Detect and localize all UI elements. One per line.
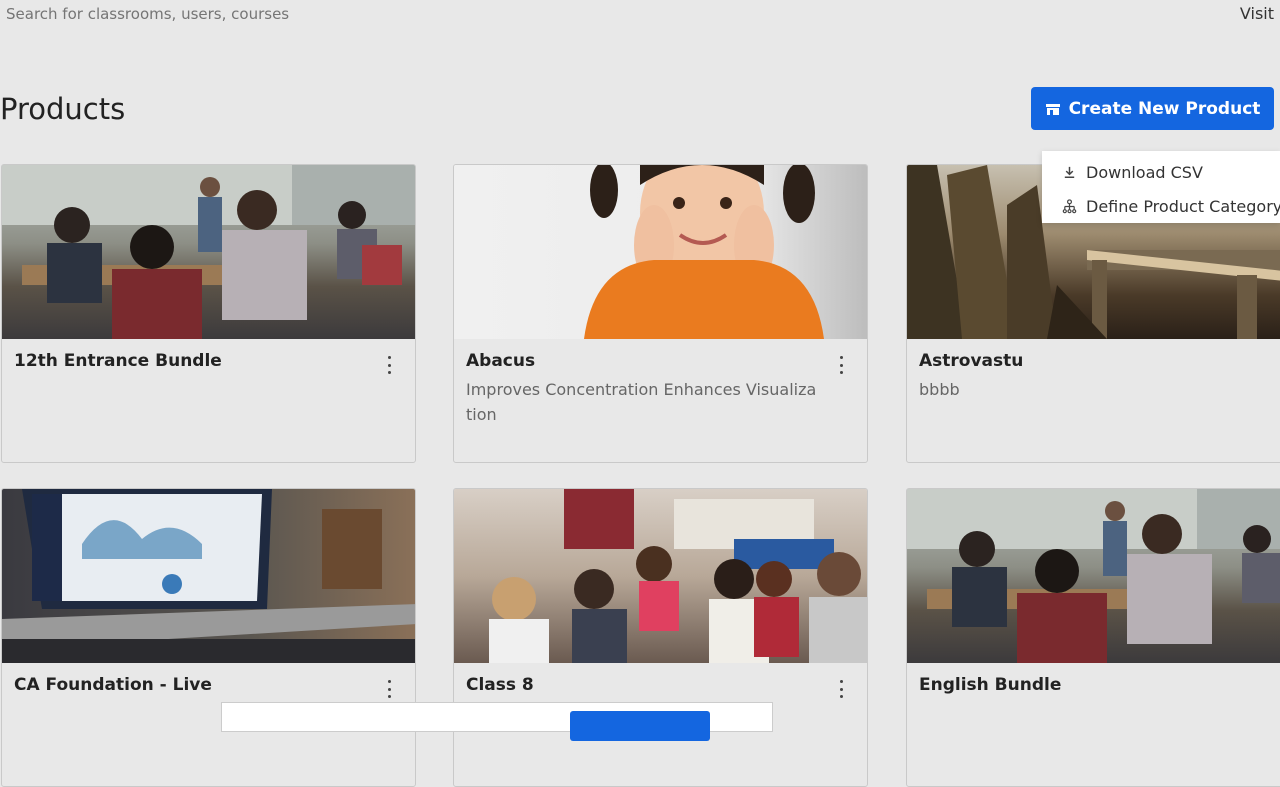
product-card-12th-entrance-bundle[interactable]: 12th Entrance Bundle	[1, 164, 416, 463]
product-title: Class 8	[466, 675, 534, 695]
store-icon	[1045, 103, 1060, 115]
create-new-product-button[interactable]: Create New Product	[1031, 87, 1274, 130]
menu-item-label: Download CSV	[1086, 162, 1203, 182]
actions-menu: Download CSV Define Product Category	[1042, 151, 1280, 223]
bottom-dialog	[221, 702, 773, 741]
classroom-photo	[907, 489, 1280, 663]
product-card-ca-foundation-live[interactable]: CA Foundation - Live	[1, 488, 416, 787]
girl-portrait-photo	[454, 165, 867, 339]
hierarchy-icon	[1062, 198, 1077, 213]
product-card-abacus[interactable]: Abacus Improves Concentration Enhances V…	[453, 164, 868, 463]
product-title: Abacus	[466, 351, 536, 371]
product-description: Improves Concentration Enhances Visualiz…	[466, 380, 817, 424]
more-options-icon[interactable]	[837, 679, 845, 699]
product-title: Astrovastu	[919, 351, 1024, 371]
more-options-icon[interactable]	[837, 355, 845, 375]
more-options-icon[interactable]	[385, 355, 393, 375]
product-card-class-8[interactable]: Class 8	[453, 488, 868, 787]
more-options-icon[interactable]	[385, 679, 393, 699]
menu-item-download-csv[interactable]: Download CSV	[1042, 155, 1280, 189]
page-title: Products	[0, 92, 126, 126]
product-card-english-bundle[interactable]: English Bundle	[906, 488, 1280, 787]
search-input[interactable]	[6, 5, 406, 23]
product-title: English Bundle	[919, 675, 1062, 695]
top-bar: Visit	[0, 0, 1280, 30]
create-new-product-label: Create New Product	[1068, 98, 1261, 119]
menu-item-define-product-category[interactable]: Define Product Category	[1042, 189, 1280, 223]
bottom-dialog-button[interactable]	[570, 711, 710, 741]
download-icon	[1064, 166, 1075, 178]
kids-classroom-photo	[454, 489, 867, 663]
visit-link[interactable]: Visit	[1240, 4, 1274, 23]
laptop-dashboard-photo	[2, 489, 415, 663]
menu-item-label: Define Product Category	[1086, 196, 1280, 216]
classroom-photo	[2, 165, 415, 339]
product-title: 12th Entrance Bundle	[14, 351, 222, 371]
product-title: CA Foundation - Live	[14, 675, 212, 695]
product-description: bbbb	[919, 380, 960, 399]
